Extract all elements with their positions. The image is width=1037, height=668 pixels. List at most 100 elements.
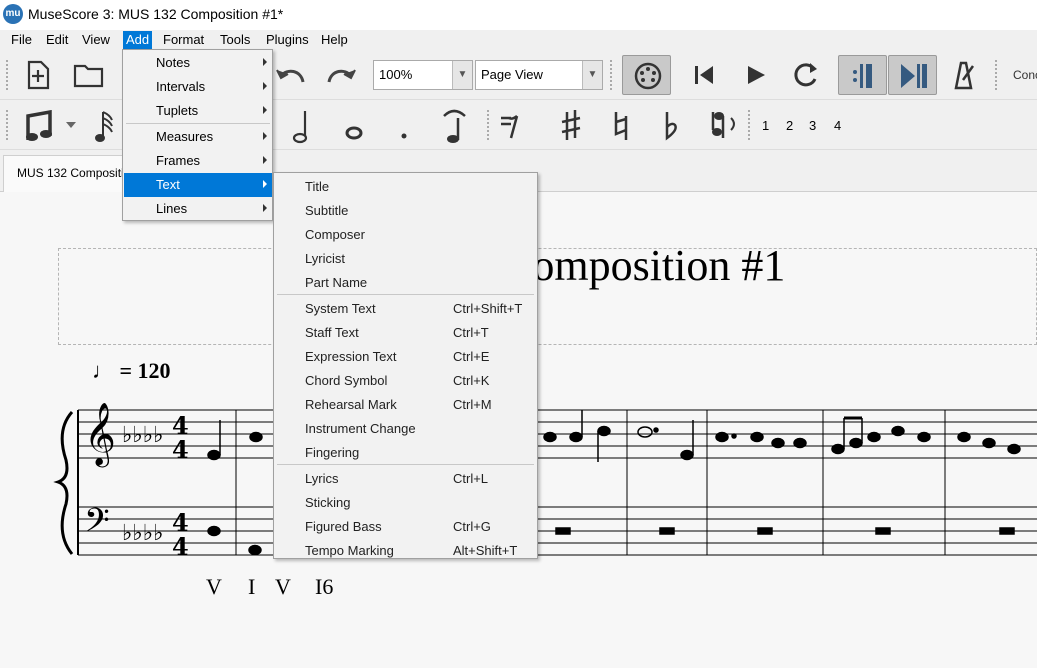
- menu-separator: [277, 464, 534, 465]
- roman-numeral[interactable]: V: [206, 574, 222, 600]
- toolbar-grip[interactable]: [610, 60, 614, 90]
- menu-item-label: Rehearsal Mark: [305, 397, 397, 412]
- toolbar-grip[interactable]: [6, 60, 10, 90]
- submenu-arrow-icon: [263, 58, 267, 66]
- text-menu-item-subtitle[interactable]: Subtitle: [275, 198, 537, 222]
- flat-icon[interactable]: [662, 110, 680, 142]
- menu-item-label: Lyricist: [305, 251, 345, 266]
- text-menu-item-composer[interactable]: Composer: [275, 222, 537, 246]
- add-menu-item-measures[interactable]: Measures: [124, 125, 272, 149]
- rewind-icon[interactable]: [693, 64, 717, 86]
- musescore-app-icon: mu: [3, 4, 23, 24]
- menu-item-label: Fingering: [305, 445, 360, 460]
- voice-4-button[interactable]: 4: [834, 118, 841, 133]
- whole-note-icon[interactable]: [344, 124, 364, 140]
- menu-tools[interactable]: Tools: [220, 32, 250, 47]
- submenu-arrow-icon: [263, 82, 267, 90]
- menu-add[interactable]: Add: [123, 31, 153, 49]
- menu-item-label: Part Name: [305, 275, 368, 290]
- augmentation-dot-icon[interactable]: [398, 130, 410, 142]
- text-menu-item-lyricist[interactable]: Lyricist: [275, 246, 537, 270]
- text-menu-item-staff-text[interactable]: Staff Text Ctrl+T: [275, 320, 537, 344]
- submenu-arrow-icon: [263, 132, 267, 140]
- menu-plugins[interactable]: Plugins: [266, 32, 309, 47]
- tab-score[interactable]: MUS 132 Composition #1: [3, 155, 133, 192]
- play-repeats-button[interactable]: [838, 55, 887, 95]
- text-menu-item-tempo-marking[interactable]: Tempo Marking Alt+Shift+T: [275, 538, 537, 562]
- text-menu-item-title[interactable]: Title: [275, 174, 537, 198]
- rest-icon[interactable]: [497, 110, 527, 142]
- chevron-down-icon[interactable]: ▼: [452, 61, 472, 89]
- menu-item-shortcut: Ctrl+M: [453, 397, 492, 412]
- tempo-marking[interactable]: ♩ = 120: [92, 358, 171, 384]
- concert-pitch-label[interactable]: Conc: [1013, 68, 1037, 82]
- text-menu-item-part-name[interactable]: Part Name: [275, 270, 537, 294]
- redo-icon[interactable]: [325, 64, 357, 86]
- roman-numeral[interactable]: I: [248, 574, 255, 600]
- text-menu-item-instrument-change[interactable]: Instrument Change: [275, 416, 537, 440]
- brace: [53, 411, 74, 555]
- menu-item-label: Figured Bass: [305, 519, 382, 534]
- sharp-icon[interactable]: [560, 110, 582, 142]
- text-menu-item-rehearsal-mark[interactable]: Rehearsal Mark Ctrl+M: [275, 392, 537, 416]
- pan-score-button[interactable]: [888, 55, 937, 95]
- chevron-down-icon[interactable]: ▼: [582, 61, 602, 89]
- menu-edit[interactable]: Edit: [46, 32, 68, 47]
- voice-1-button[interactable]: 1: [762, 118, 769, 133]
- zoom-combo[interactable]: 100% ▼: [373, 60, 473, 90]
- menu-view[interactable]: View: [82, 32, 110, 47]
- menu-help[interactable]: Help: [321, 32, 348, 47]
- midi-icon: [634, 62, 662, 90]
- toolbar-grip[interactable]: [995, 60, 999, 90]
- score-title[interactable]: 2 Composition #1: [470, 240, 940, 291]
- key-signature-treble: ♭♭♭♭: [122, 423, 164, 448]
- midi-input-button[interactable]: [622, 55, 671, 95]
- undo-icon[interactable]: [275, 64, 307, 86]
- sixtyfourth-note-icon[interactable]: [94, 108, 118, 144]
- roman-numeral[interactable]: V: [275, 574, 291, 600]
- add-menu-item-notes[interactable]: Notes: [124, 51, 272, 75]
- text-menu-item-lyrics[interactable]: Lyrics Ctrl+L: [275, 466, 537, 490]
- voice-2-button[interactable]: 2: [786, 118, 793, 133]
- menu-separator: [277, 294, 534, 295]
- natural-icon[interactable]: [611, 110, 631, 142]
- note-input-icon[interactable]: [24, 110, 54, 142]
- menu-item-label: Lines: [156, 201, 188, 216]
- view-mode-combo[interactable]: Page View ▼: [475, 60, 603, 90]
- chevron-down-icon[interactable]: [66, 122, 76, 130]
- text-menu-item-sticking[interactable]: Sticking: [275, 490, 537, 514]
- open-folder-icon[interactable]: [73, 62, 105, 88]
- add-menu-item-intervals[interactable]: Intervals: [124, 75, 272, 99]
- play-icon[interactable]: [745, 64, 767, 86]
- view-mode-value: Page View: [481, 67, 543, 82]
- loop-icon[interactable]: [790, 61, 820, 89]
- text-submenu: Title Subtitle Composer Lyricist Part Na…: [273, 172, 538, 559]
- text-menu-item-figured-bass[interactable]: Figured Bass Ctrl+G: [275, 514, 537, 538]
- menu-format[interactable]: Format: [163, 32, 204, 47]
- half-note-icon[interactable]: [290, 108, 312, 144]
- menu-file[interactable]: File: [11, 32, 32, 47]
- tie-icon[interactable]: [440, 106, 470, 144]
- menu-item-label: Title: [305, 179, 330, 194]
- menu-item-label: Staff Text: [305, 325, 359, 340]
- submenu-arrow-icon: [263, 180, 267, 188]
- add-menu-item-frames[interactable]: Frames: [124, 149, 272, 173]
- flip-direction-icon[interactable]: [707, 108, 739, 142]
- submenu-arrow-icon: [263, 106, 267, 114]
- text-menu-item-expression-text[interactable]: Expression Text Ctrl+E: [275, 344, 537, 368]
- text-menu-item-chord-symbol[interactable]: Chord Symbol Ctrl+K: [275, 368, 537, 392]
- text-menu-item-system-text[interactable]: System Text Ctrl+Shift+T: [275, 296, 537, 320]
- add-menu-item-text[interactable]: Text: [124, 173, 272, 197]
- voice-3-button[interactable]: 3: [809, 118, 816, 133]
- toolbar-grip[interactable]: [748, 110, 752, 140]
- toolbar-grip[interactable]: [487, 110, 491, 140]
- roman-numeral[interactable]: I6: [315, 574, 333, 600]
- bass-clef-icon: 𝄢: [84, 502, 110, 548]
- new-score-icon[interactable]: [24, 60, 52, 90]
- add-menu-item-tuplets[interactable]: Tuplets: [124, 99, 272, 123]
- toolbar-grip[interactable]: [6, 110, 10, 140]
- metronome-icon[interactable]: [950, 60, 976, 90]
- add-menu-item-lines[interactable]: Lines: [124, 197, 272, 221]
- text-menu-item-fingering[interactable]: Fingering: [275, 440, 537, 464]
- submenu-arrow-icon: [263, 156, 267, 164]
